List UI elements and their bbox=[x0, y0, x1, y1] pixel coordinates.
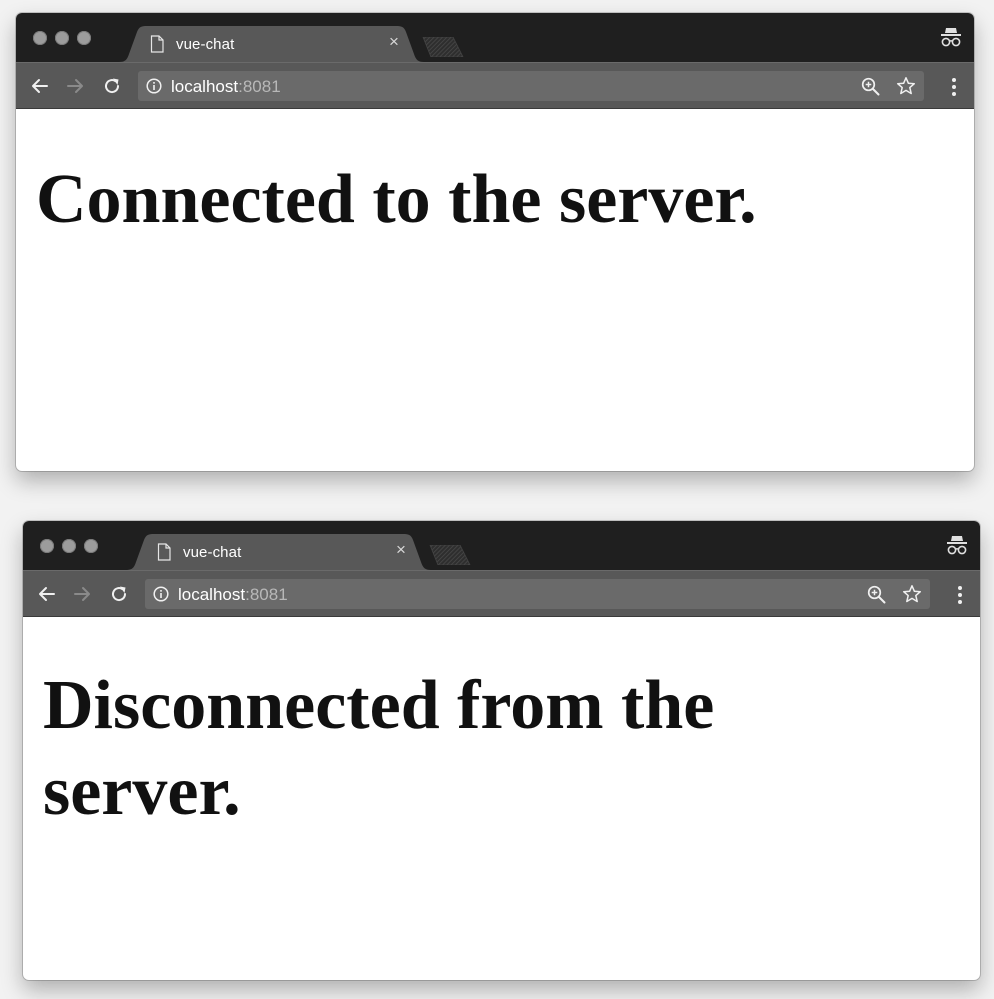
title-bar: vue-chat × bbox=[16, 13, 974, 62]
window-minimize-button[interactable] bbox=[62, 539, 76, 553]
page-icon bbox=[157, 543, 171, 561]
tab-title: vue-chat bbox=[176, 36, 235, 53]
tab-vue-chat[interactable]: vue-chat × bbox=[119, 26, 424, 62]
kebab-menu-icon[interactable] bbox=[957, 585, 963, 605]
status-heading: Connected to the server. bbox=[36, 161, 757, 238]
star-icon[interactable] bbox=[902, 584, 922, 604]
kebab-menu-icon[interactable] bbox=[951, 77, 957, 97]
window-minimize-button[interactable] bbox=[55, 31, 69, 45]
incognito-icon bbox=[947, 536, 967, 555]
url-text: localhost:8081 bbox=[178, 585, 288, 605]
title-bar: vue-chat × bbox=[23, 521, 980, 570]
page-content: Disconnected from the server. bbox=[23, 617, 980, 835]
window-maximize-button[interactable] bbox=[77, 31, 91, 45]
zoom-icon[interactable] bbox=[861, 77, 880, 96]
browser-window-disconnected: vue-chat × localhost:8081 Disconnected f… bbox=[23, 521, 980, 980]
url-host: localhost bbox=[178, 585, 246, 604]
url-host: localhost bbox=[171, 77, 239, 96]
back-arrow-icon[interactable] bbox=[30, 76, 50, 96]
tab-vue-chat[interactable]: vue-chat × bbox=[126, 534, 431, 570]
page-content: Connected to the server. bbox=[16, 109, 974, 243]
browser-window-connected: vue-chat × localhost:8081 Connected to t… bbox=[16, 13, 974, 471]
new-tab-button[interactable] bbox=[428, 545, 472, 565]
url-text: localhost:8081 bbox=[171, 77, 281, 97]
zoom-icon[interactable] bbox=[867, 585, 886, 604]
info-icon[interactable] bbox=[146, 78, 162, 94]
browser-toolbar: localhost:8081 bbox=[16, 62, 974, 109]
browser-toolbar: localhost:8081 bbox=[23, 570, 980, 617]
page-icon bbox=[150, 35, 164, 53]
url-port: :8081 bbox=[245, 585, 288, 604]
star-icon[interactable] bbox=[896, 76, 916, 96]
reload-icon[interactable] bbox=[102, 76, 122, 96]
status-heading: Disconnected from the server. bbox=[43, 667, 715, 830]
reload-icon[interactable] bbox=[109, 584, 129, 604]
window-close-button[interactable] bbox=[40, 539, 54, 553]
window-close-button[interactable] bbox=[33, 31, 47, 45]
address-bar[interactable]: localhost:8081 bbox=[145, 579, 930, 609]
window-maximize-button[interactable] bbox=[84, 539, 98, 553]
tab-close-icon[interactable]: × bbox=[393, 541, 409, 558]
tab-title: vue-chat bbox=[183, 544, 242, 561]
forward-arrow-icon[interactable] bbox=[72, 584, 92, 604]
forward-arrow-icon[interactable] bbox=[65, 76, 85, 96]
incognito-icon bbox=[941, 28, 961, 47]
url-port: :8081 bbox=[238, 77, 281, 96]
info-icon[interactable] bbox=[153, 586, 169, 602]
address-bar[interactable]: localhost:8081 bbox=[138, 71, 924, 101]
new-tab-button[interactable] bbox=[421, 37, 465, 57]
tab-close-icon[interactable]: × bbox=[386, 33, 402, 50]
back-arrow-icon[interactable] bbox=[37, 584, 57, 604]
